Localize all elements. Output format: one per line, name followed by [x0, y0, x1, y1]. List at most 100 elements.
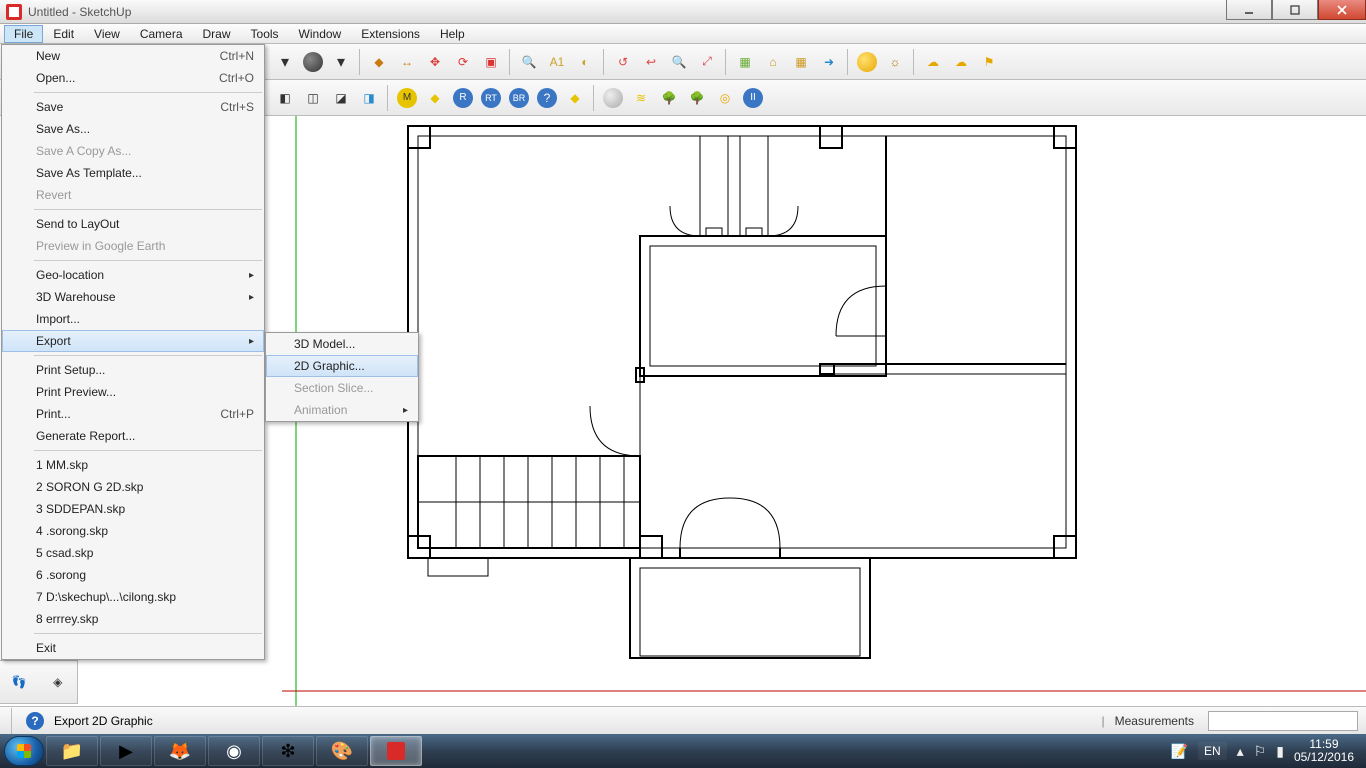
file-open[interactable]: Open...Ctrl+O: [2, 67, 264, 89]
file-save-template[interactable]: Save As Template...: [2, 162, 264, 184]
measurements-input[interactable]: [1208, 711, 1358, 731]
file-recent-6[interactable]: 6 .sorong: [2, 564, 264, 586]
menu-view[interactable]: View: [84, 25, 130, 43]
tape-measure-icon[interactable]: 🔍: [516, 49, 542, 75]
file-export[interactable]: Export▸: [2, 330, 264, 352]
target-icon[interactable]: ◎: [712, 85, 738, 111]
export-section-slice: Section Slice...: [266, 377, 418, 399]
protractor-icon[interactable]: ◐: [572, 49, 598, 75]
tree-icon[interactable]: 🌳: [656, 85, 682, 111]
file-print[interactable]: Print...Ctrl+P: [2, 403, 264, 425]
cube-wire-icon[interactable]: ◫: [300, 85, 326, 111]
orbit-view-icon[interactable]: ↺: [610, 49, 636, 75]
file-new[interactable]: NewCtrl+N: [2, 45, 264, 67]
menu-help[interactable]: Help: [430, 25, 475, 43]
task-paint[interactable]: 🎨: [316, 736, 368, 766]
shadow-icon[interactable]: ☼: [882, 49, 908, 75]
sphere-icon[interactable]: [600, 85, 626, 111]
export-3d-model[interactable]: 3D Model...: [266, 333, 418, 355]
pan-icon[interactable]: ↔: [394, 49, 420, 75]
task-media[interactable]: ▶: [100, 736, 152, 766]
map-icon[interactable]: ▦: [732, 49, 758, 75]
cube-iso-icon[interactable]: ◧: [272, 85, 298, 111]
export-2d-graphic[interactable]: 2D Graphic...: [266, 355, 418, 377]
task-explorer[interactable]: 📁: [46, 736, 98, 766]
cube-shaded-icon[interactable]: ◪: [328, 85, 354, 111]
task-app1[interactable]: ❇: [262, 736, 314, 766]
window-controls: [1226, 0, 1366, 20]
pause-icon[interactable]: II: [740, 85, 766, 111]
file-recent-5[interactable]: 5 csad.skp: [2, 542, 264, 564]
tray-up-icon[interactable]: ▴: [1237, 743, 1244, 760]
badge-help-icon[interactable]: ?: [534, 85, 560, 111]
sandbox-icon[interactable]: ≋: [628, 85, 654, 111]
component-icon[interactable]: ▦: [788, 49, 814, 75]
task-chrome[interactable]: ◉: [208, 736, 260, 766]
badge-r-icon[interactable]: R: [450, 85, 476, 111]
status-hint: Export 2D Graphic: [54, 714, 153, 728]
menu-camera[interactable]: Camera: [130, 25, 193, 43]
move-icon[interactable]: ✥: [422, 49, 448, 75]
dimension-icon[interactable]: A1: [544, 49, 570, 75]
prev-view-icon[interactable]: ↩: [638, 49, 664, 75]
scale-icon[interactable]: ▣: [478, 49, 504, 75]
badge-rt-icon[interactable]: RT: [478, 85, 504, 111]
menu-draw[interactable]: Draw: [193, 25, 241, 43]
tray-flag-icon[interactable]: ⚐: [1254, 743, 1267, 760]
tray-language[interactable]: EN: [1198, 742, 1227, 760]
warehouse-icon[interactable]: ⌂: [760, 49, 786, 75]
file-exit[interactable]: Exit: [2, 637, 264, 659]
task-firefox[interactable]: 🦊: [154, 736, 206, 766]
tray-clock[interactable]: 11:59 05/12/2016: [1294, 738, 1354, 764]
task-sketchup[interactable]: [370, 736, 422, 766]
menu-edit[interactable]: Edit: [43, 25, 84, 43]
close-button[interactable]: [1318, 0, 1366, 20]
menu-window[interactable]: Window: [289, 25, 352, 43]
badge-m-icon[interactable]: M: [394, 85, 420, 111]
dropdown-arrow-icon[interactable]: ▾: [272, 49, 298, 75]
dropdown-arrow-icon[interactable]: ▾: [328, 49, 354, 75]
file-3d-warehouse[interactable]: 3D Warehouse▸: [2, 286, 264, 308]
file-geo-location[interactable]: Geo-location▸: [2, 264, 264, 286]
footprint-icon[interactable]: 👣: [3, 666, 35, 698]
file-save[interactable]: SaveCtrl+S: [2, 96, 264, 118]
sun-icon[interactable]: [854, 49, 880, 75]
file-print-preview[interactable]: Print Preview...: [2, 381, 264, 403]
cloud-icon[interactable]: ☁: [920, 49, 946, 75]
file-send-layout[interactable]: Send to LayOut: [2, 213, 264, 235]
flag-icon[interactable]: ⚑: [976, 49, 1002, 75]
maximize-button[interactable]: [1272, 0, 1318, 20]
file-recent-7[interactable]: 7 D:\skechup\...\cilong.skp: [2, 586, 264, 608]
menu-extensions[interactable]: Extensions: [351, 25, 430, 43]
fog-icon[interactable]: ☁: [948, 49, 974, 75]
badge-diamond-icon[interactable]: ◆: [422, 85, 448, 111]
file-generate-report[interactable]: Generate Report...: [2, 425, 264, 447]
file-recent-8[interactable]: 8 errrey.skp: [2, 608, 264, 630]
file-recent-4[interactable]: 4 .sorong.skp: [2, 520, 264, 542]
file-recent-2[interactable]: 2 SORON G 2D.skp: [2, 476, 264, 498]
eye-target-icon[interactable]: ◈: [42, 666, 74, 698]
zoom-extents-icon[interactable]: ⤢: [694, 49, 720, 75]
badge-gold-icon[interactable]: ◆: [562, 85, 588, 111]
menu-file[interactable]: File: [4, 25, 43, 43]
tray-notepad-icon[interactable]: 📝: [1171, 743, 1188, 760]
file-import[interactable]: Import...: [2, 308, 264, 330]
tray-battery-icon[interactable]: ▮: [1276, 743, 1284, 760]
rotate-icon[interactable]: ⟳: [450, 49, 476, 75]
circle-dial-icon[interactable]: [300, 49, 326, 75]
orbit-icon[interactable]: ◆: [366, 49, 392, 75]
zoom-icon[interactable]: 🔍: [666, 49, 692, 75]
minimize-button[interactable]: [1226, 0, 1272, 20]
help-icon[interactable]: ?: [26, 712, 44, 730]
menu-tools[interactable]: Tools: [241, 25, 289, 43]
cube-blue-icon[interactable]: ◨: [356, 85, 382, 111]
export-icon[interactable]: ➜: [816, 49, 842, 75]
file-save-as[interactable]: Save As...: [2, 118, 264, 140]
file-recent-1[interactable]: 1 MM.skp: [2, 454, 264, 476]
file-print-setup[interactable]: Print Setup...: [2, 359, 264, 381]
start-button[interactable]: [4, 736, 44, 766]
file-recent-3[interactable]: 3 SDDEPAN.skp: [2, 498, 264, 520]
badge-br-icon[interactable]: BR: [506, 85, 532, 111]
window-title: Untitled - SketchUp: [28, 5, 131, 19]
tree2-icon[interactable]: 🌳: [684, 85, 710, 111]
